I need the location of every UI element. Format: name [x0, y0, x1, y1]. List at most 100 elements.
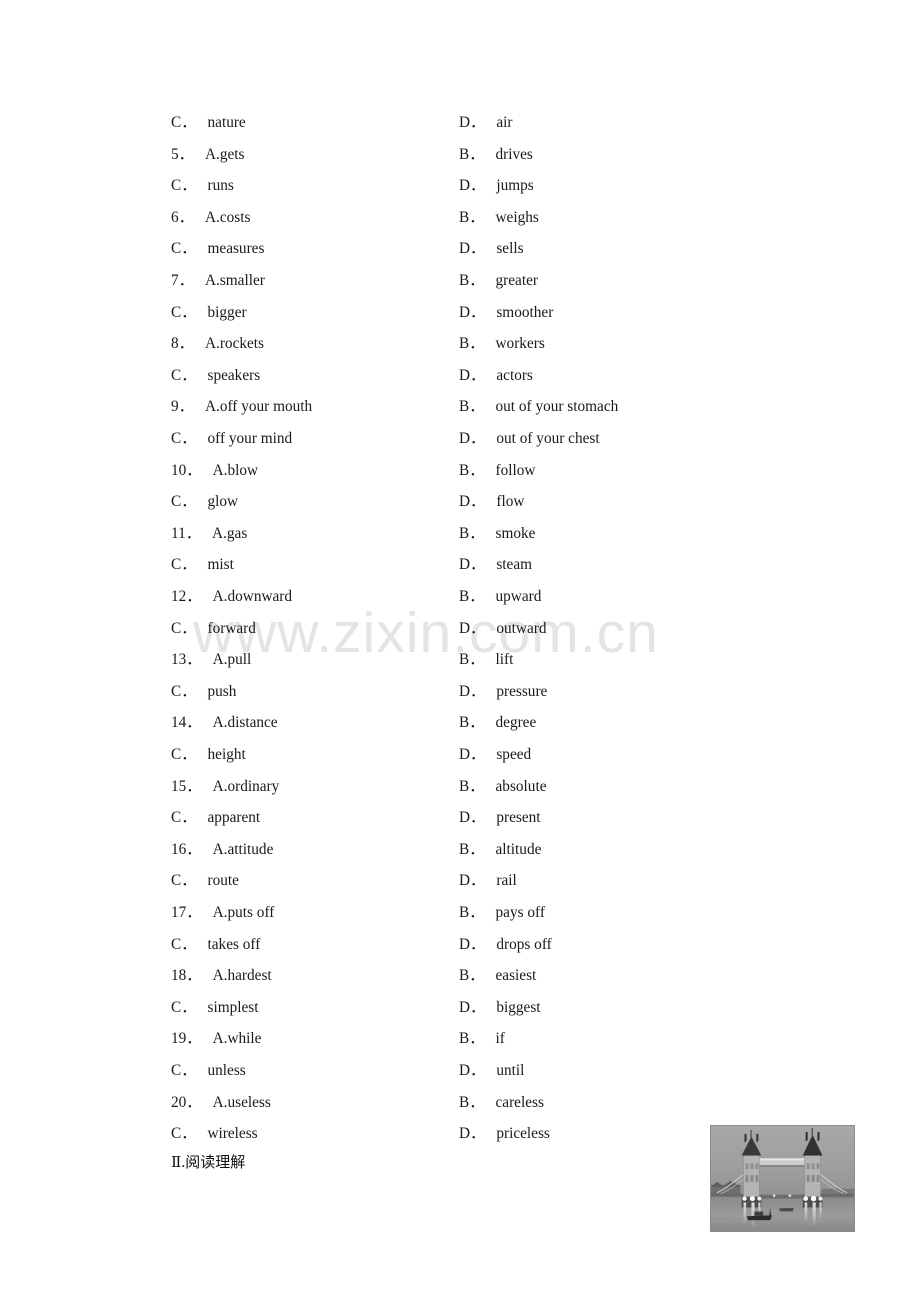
option-label: 14．: [171, 714, 202, 732]
option-cell-left[interactable]: 17． A.puts off: [171, 897, 274, 929]
option-cell-right[interactable]: B． pays off: [459, 897, 545, 929]
option-label: 10．: [171, 461, 202, 479]
option-cell-left[interactable]: 12． A.downward: [171, 581, 292, 613]
option-cell-right[interactable]: B． easiest: [459, 960, 536, 992]
option-cell-right[interactable]: B． follow: [459, 455, 535, 487]
option-cell-left[interactable]: 6． A.costs: [171, 202, 250, 234]
option-cell-right[interactable]: B． out of your stomach: [459, 391, 618, 423]
option-cell-right[interactable]: D． air: [459, 107, 513, 139]
option-text: careless: [495, 1093, 544, 1111]
option-cell-right[interactable]: D． steam: [459, 549, 532, 581]
option-cell-left[interactable]: 11． A.gas: [171, 518, 247, 550]
option-cell-left[interactable]: C． height: [171, 739, 246, 771]
option-row: C． push D． pressure: [0, 676, 920, 708]
option-cell-right[interactable]: D． smoother: [459, 297, 553, 329]
option-label: 18．: [171, 967, 202, 985]
option-cell-right[interactable]: B． lift: [459, 644, 513, 676]
option-cell-left[interactable]: 10． A.blow: [171, 455, 258, 487]
option-cell-left[interactable]: C． push: [171, 676, 236, 708]
option-text: biggest: [496, 998, 541, 1016]
option-cell-left[interactable]: C． wireless: [171, 1118, 258, 1150]
option-cell-left[interactable]: C． unless: [171, 1055, 246, 1087]
option-label: C．: [171, 177, 197, 195]
option-label: 20．: [171, 1093, 202, 1111]
option-cell-left[interactable]: C． route: [171, 865, 239, 897]
option-cell-left[interactable]: 9． A.off your mouth: [171, 391, 312, 423]
option-cell-left[interactable]: C． apparent: [171, 802, 260, 834]
option-label: C．: [171, 240, 197, 258]
option-text: air: [496, 114, 513, 131]
option-cell-left[interactable]: 15． A.ordinary: [171, 771, 279, 803]
option-text: measures: [207, 240, 265, 258]
option-cell-left[interactable]: 13． A.pull: [171, 644, 251, 676]
option-cell-right[interactable]: B． careless: [459, 1087, 544, 1119]
option-cell-left[interactable]: C． bigger: [171, 297, 247, 329]
option-cell-left[interactable]: 8． A.rockets: [171, 328, 264, 360]
option-cell-right[interactable]: D． sells: [459, 233, 524, 265]
option-cell-right[interactable]: B． degree: [459, 707, 536, 739]
option-cell-left[interactable]: 19． A.while: [171, 1023, 261, 1055]
option-label: D．: [459, 1062, 486, 1079]
option-row: C． unless D． until: [0, 1055, 920, 1087]
option-label: B．: [459, 272, 485, 289]
option-cell-right[interactable]: B． smoke: [459, 518, 535, 550]
option-cell-right[interactable]: D． until: [459, 1055, 524, 1087]
option-cell-right[interactable]: D． jumps: [459, 170, 534, 202]
option-cell-left[interactable]: 14． A.distance: [171, 707, 278, 739]
option-label: C．: [171, 935, 197, 953]
option-text: drives: [495, 145, 533, 163]
option-cell-right[interactable]: B． weighs: [459, 202, 539, 234]
option-row: C． height D． speed: [0, 739, 920, 771]
option-text: height: [207, 746, 246, 763]
option-cell-right[interactable]: B． workers: [459, 328, 545, 360]
option-cell-left[interactable]: C． mist: [171, 549, 234, 581]
option-cell-left[interactable]: C． nature: [171, 107, 246, 139]
option-cell-right[interactable]: D． actors: [459, 360, 533, 392]
option-cell-right[interactable]: B． drives: [459, 139, 533, 171]
option-cell-left[interactable]: C． speakers: [171, 360, 260, 392]
option-cell-right[interactable]: D． speed: [459, 739, 531, 771]
option-row: C． simplest D． biggest: [0, 992, 920, 1024]
option-cell-left[interactable]: C． glow: [171, 486, 238, 518]
option-text: bigger: [207, 303, 247, 321]
option-cell-left[interactable]: C． takes off: [171, 929, 260, 961]
option-label: C．: [171, 998, 197, 1016]
option-cell-left[interactable]: C． runs: [171, 170, 234, 202]
option-cell-right[interactable]: B． if: [459, 1023, 505, 1055]
option-cell-left[interactable]: 16． A.attitude: [171, 834, 273, 866]
option-cell-left[interactable]: 20． A.useless: [171, 1087, 271, 1119]
option-cell-right[interactable]: D． flow: [459, 486, 524, 518]
option-row: C． runs D． jumps: [0, 170, 920, 202]
option-cell-right[interactable]: D． out of your chest: [459, 423, 600, 455]
option-label: B．: [459, 335, 485, 353]
option-cell-right[interactable]: D． biggest: [459, 992, 541, 1024]
option-cell-right[interactable]: D． present: [459, 802, 541, 834]
option-text: workers: [495, 335, 545, 353]
option-cell-left[interactable]: C． off your mind: [171, 423, 292, 455]
option-text: out of your chest: [496, 430, 600, 447]
option-text: A.blow: [212, 461, 259, 479]
option-label: D．: [459, 240, 486, 258]
option-cell-left[interactable]: C． simplest: [171, 992, 259, 1024]
option-label: D．: [459, 303, 486, 321]
option-cell-right[interactable]: B． absolute: [459, 771, 546, 803]
option-cell-right[interactable]: B． greater: [459, 265, 538, 297]
option-cell-left[interactable]: 18． A.hardest: [171, 960, 272, 992]
option-cell-right[interactable]: B． upward: [459, 581, 541, 613]
option-cell-right[interactable]: D． outward: [459, 613, 547, 645]
option-cell-left[interactable]: 7． A.smaller: [171, 265, 265, 297]
option-text: easiest: [495, 967, 537, 985]
option-cell-right[interactable]: B． altitude: [459, 834, 541, 866]
option-cell-right[interactable]: D． rail: [459, 865, 517, 897]
option-label: 6．: [171, 208, 194, 226]
option-cell-left[interactable]: 5． A.gets: [171, 139, 244, 171]
option-cell-left[interactable]: C． measures: [171, 233, 264, 265]
option-label: C．: [171, 1125, 197, 1143]
option-cell-right[interactable]: D． priceless: [459, 1118, 550, 1150]
option-text: smoother: [496, 303, 554, 321]
option-cell-left[interactable]: C． forward: [171, 613, 256, 645]
option-text: upward: [495, 588, 542, 605]
option-cell-right[interactable]: D． pressure: [459, 676, 547, 708]
option-cell-right[interactable]: D． drops off: [459, 929, 552, 961]
option-text: drops off: [496, 935, 552, 953]
